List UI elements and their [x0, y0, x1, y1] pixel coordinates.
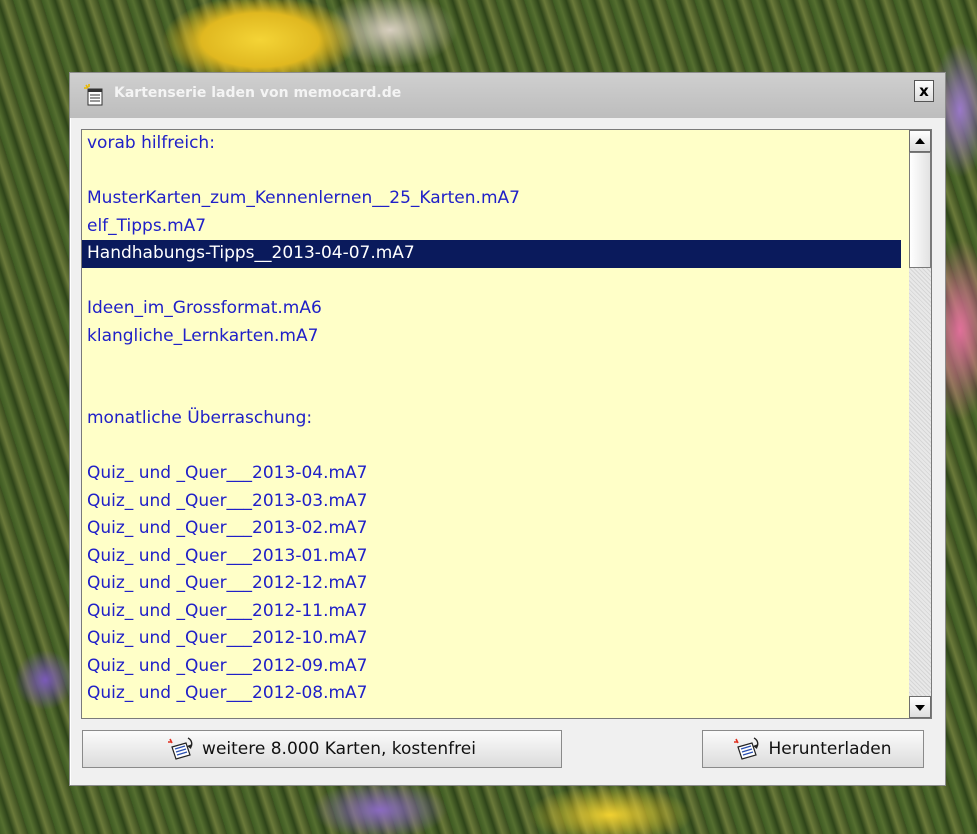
list-item[interactable]: Handhabungs-Tipps__2013-04-07.mA7: [82, 240, 901, 268]
window-title: Kartenserie laden von memocard.de: [114, 85, 402, 101]
list-item[interactable]: Quiz_ und _Quer___2013-04.mA7: [82, 460, 901, 488]
card-download-icon: [168, 737, 194, 761]
download-label: Herunterladen: [768, 739, 892, 759]
card-series-list: vorab hilfreich: MusterKarten_zum_Kennenl…: [82, 130, 901, 708]
scroll-up-button[interactable]: [909, 130, 931, 152]
scrollbar-thumb[interactable]: [909, 152, 931, 268]
list-item[interactable]: Quiz_ und _Quer___2013-02.mA7: [82, 515, 901, 543]
list-item[interactable]: Ideen_im_Grossformat.mA6: [82, 295, 901, 323]
list-item[interactable]: Quiz_ und _Quer___2012-11.mA7: [82, 598, 901, 626]
close-icon: x: [919, 82, 929, 100]
list-item[interactable]: Quiz_ und _Quer___2012-08.mA7: [82, 680, 901, 708]
notepad-sparkle-icon: [84, 84, 104, 106]
list-item[interactable]: Quiz_ und _Quer___2012-10.mA7: [82, 625, 901, 653]
card-series-listbox[interactable]: vorab hilfreich: MusterKarten_zum_Kennenl…: [81, 129, 932, 719]
more-cards-label: weitere 8.000 Karten, kostenfrei: [202, 739, 476, 759]
card-download-icon: [734, 737, 760, 761]
list-item[interactable]: MusterKarten_zum_Kennenlernen__25_Karten…: [82, 185, 901, 213]
load-card-series-dialog: Kartenserie laden von memocard.de x vora…: [69, 72, 946, 786]
list-item[interactable]: monatliche Überraschung:: [82, 405, 901, 433]
close-button[interactable]: x: [914, 80, 934, 102]
more-cards-button[interactable]: weitere 8.000 Karten, kostenfrei: [82, 730, 562, 768]
list-item[interactable]: Quiz_ und _Quer___2013-01.mA7: [82, 543, 901, 571]
list-item[interactable]: elf_Tipps.mA7: [82, 213, 901, 241]
title-bar[interactable]: Kartenserie laden von memocard.de x: [70, 73, 945, 118]
list-item[interactable]: Quiz_ und _Quer___2013-03.mA7: [82, 488, 901, 516]
arrow-down-icon: [915, 705, 925, 711]
vertical-scrollbar[interactable]: [909, 130, 931, 718]
arrow-up-icon: [915, 138, 925, 144]
list-item[interactable]: vorab hilfreich:: [82, 130, 901, 158]
download-button[interactable]: Herunterladen: [702, 730, 924, 768]
scroll-down-button[interactable]: [909, 696, 931, 718]
list-item[interactable]: Quiz_ und _Quer___2012-12.mA7: [82, 570, 901, 598]
list-item[interactable]: klangliche_Lernkarten.mA7: [82, 323, 901, 351]
list-item[interactable]: Quiz_ und _Quer___2012-09.mA7: [82, 653, 901, 681]
